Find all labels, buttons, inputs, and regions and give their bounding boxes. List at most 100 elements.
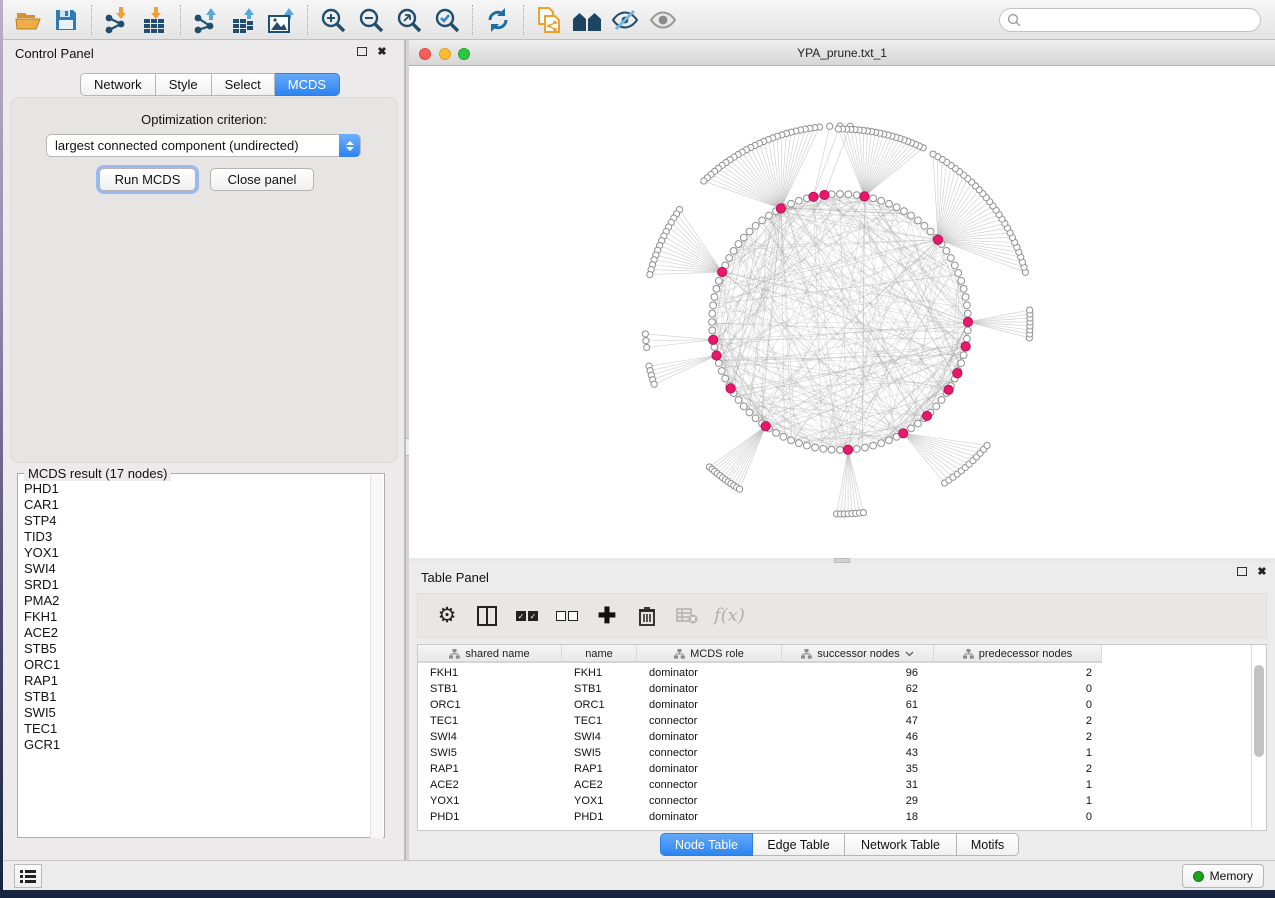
mcds-result-item[interactable]: SWI5 [24,705,370,721]
network-overview-houses-icon[interactable] [568,3,606,37]
table-row[interactable]: SWI5SWI5connector431 [418,745,1250,761]
mcds-result-item[interactable]: RAP1 [24,673,370,689]
zoom-in-icon[interactable] [314,3,352,37]
mcds-result-item[interactable]: GCR1 [24,737,370,753]
import-network-icon[interactable] [98,3,136,37]
mcds-result-item[interactable]: TEC1 [24,721,370,737]
add-column-icon[interactable]: ✚ [594,603,620,629]
table-cell-mcds_role: dominator [637,729,782,745]
mcds-result-list[interactable]: PHD1CAR1STP4TID3YOX1SWI4SRD1PMA2FKH1ACE2… [19,475,370,836]
mcds-result-item[interactable]: PHD1 [24,481,370,497]
tab-network[interactable]: Network [80,73,156,96]
tab-edge-table[interactable]: Edge Table [753,833,845,856]
table-cell-predecessor_nodes: 0 [934,681,1102,697]
table-cell-mcds_role: dominator [637,761,782,777]
close-panel-icon[interactable]: ✖ [1255,565,1269,579]
close-panel-button[interactable]: Close panel [210,168,314,191]
table-toolbar: ⚙ ✓✓ ✚ f(x) [417,593,1267,638]
criterion-select[interactable]: largest connected component (undirected) [46,134,361,157]
select-stepper-icon [339,134,360,157]
column-header-mcds-role[interactable]: MCDS role [637,645,782,663]
close-panel-icon[interactable]: ✖ [375,45,389,59]
table-cell-successor_nodes: 18 [782,809,934,825]
node-table-header: shared name name MCDS role successor nod… [418,645,1266,663]
zoom-out-icon[interactable] [352,3,390,37]
mcds-result-item[interactable]: STP4 [24,513,370,529]
task-history-list-icon[interactable] [14,864,42,888]
mcds-list-scrollbar[interactable] [370,475,383,838]
table-cell-predecessor_nodes: 0 [934,697,1102,713]
run-mcds-button[interactable]: Run MCDS [99,168,196,191]
float-panel-icon[interactable] [355,45,369,59]
control-panel-title: Control Panel [15,46,94,61]
table-cell-successor_nodes: 31 [782,777,934,793]
table-cell-predecessor_nodes: 2 [934,713,1102,729]
tab-select[interactable]: Select [212,73,275,96]
delete-selected-trash-icon[interactable] [634,603,660,629]
mcds-result-item[interactable]: ACE2 [24,625,370,641]
export-image-icon[interactable] [263,3,301,37]
table-row[interactable]: STB1STB1dominator620 [418,681,1250,697]
column-settings-gear-icon[interactable]: ⚙ [434,603,460,629]
mcds-result-item[interactable]: CAR1 [24,497,370,513]
search-input[interactable] [999,8,1261,32]
column-header-shared-name[interactable]: shared name [418,645,562,663]
export-table-icon[interactable] [225,3,263,37]
table-row[interactable]: TEC1TEC1connector472 [418,713,1250,729]
column-header-successor-nodes[interactable]: successor nodes [782,645,934,663]
tab-motifs[interactable]: Motifs [957,833,1019,856]
table-cell-predecessor_nodes: 1 [934,777,1102,793]
deselect-all-icon[interactable] [554,603,580,629]
criterion-value: largest connected component (undirected) [55,138,299,153]
zoom-fit-icon[interactable] [390,3,428,37]
table-row[interactable]: ORC1ORC1dominator610 [418,697,1250,713]
table-row[interactable]: YOX1YOX1connector291 [418,793,1250,809]
copy-network-icon[interactable] [530,3,568,37]
mcds-result-item[interactable]: TID3 [24,529,370,545]
import-table-icon[interactable] [136,3,174,37]
mcds-result-item[interactable]: SWI4 [24,561,370,577]
mcds-result-item[interactable]: FKH1 [24,609,370,625]
mcds-result-item[interactable]: STB1 [24,689,370,705]
show-all-eye-icon[interactable] [644,3,682,37]
table-scrollbar[interactable] [1251,645,1266,828]
memory-button[interactable]: Memory [1182,864,1264,888]
tab-network-table[interactable]: Network Table [845,833,957,856]
table-row[interactable]: RAP1RAP1dominator352 [418,761,1250,777]
table-row[interactable]: SWI4SWI4dominator462 [418,729,1250,745]
zoom-selected-icon[interactable] [428,3,466,37]
mcds-result-item[interactable]: ORC1 [24,657,370,673]
tab-node-table[interactable]: Node Table [660,833,753,856]
table-row[interactable]: FKH1FKH1dominator962 [418,665,1250,681]
mcds-result-item[interactable]: YOX1 [24,545,370,561]
toolbar-separator [472,5,473,35]
table-cell-shared_name: SWI5 [418,745,562,761]
table-cell-shared_name: YOX1 [418,793,562,809]
show-columns-icon[interactable] [474,603,500,629]
export-network-icon[interactable] [187,3,225,37]
table-row[interactable]: PHD1PHD1dominator180 [418,809,1250,825]
column-header-predecessor-nodes[interactable]: predecessor nodes [934,645,1102,663]
save-session-icon[interactable] [47,3,85,37]
scrollbar-thumb[interactable] [1254,665,1264,757]
tab-mcds[interactable]: MCDS [275,73,340,96]
hide-selected-eye-slash-icon[interactable] [606,3,644,37]
mcds-result-item[interactable]: SRD1 [24,577,370,593]
mcds-result-item[interactable]: PMA2 [24,593,370,609]
network-window-titlebar[interactable]: YPA_prune.txt_1 [409,40,1275,66]
table-cell-shared_name: ORC1 [418,697,562,713]
table-cell-name: FKH1 [562,665,637,681]
refresh-view-icon[interactable] [479,3,517,37]
table-cell-shared_name: STB1 [418,681,562,697]
table-row[interactable]: ACE2ACE2connector311 [418,777,1250,793]
select-all-icon[interactable]: ✓✓ [514,603,540,629]
open-session-icon[interactable] [9,3,47,37]
column-header-name[interactable]: name [562,645,637,663]
network-canvas[interactable] [409,66,1275,558]
mcds-result-item[interactable]: STB5 [24,641,370,657]
mcds-result-group: MCDS result (17 nodes) PHD1CAR1STP4TID3Y… [17,473,385,838]
mcds-panel: Optimization criterion: largest connecte… [10,97,398,463]
table-cell-name: RAP1 [562,761,637,777]
float-panel-icon[interactable] [1235,565,1249,579]
tab-style[interactable]: Style [156,73,212,96]
